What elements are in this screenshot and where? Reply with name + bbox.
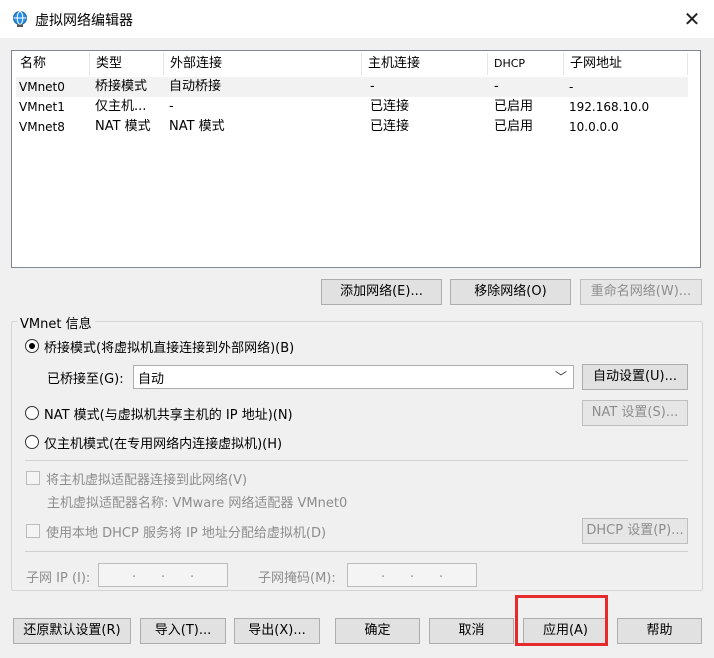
table-row[interactable]: VMnet0 桥接模式 自动桥接 - - - <box>16 77 688 97</box>
window-title: 虚拟网络编辑器 <box>35 13 133 29</box>
cell-dhcp: 已启用 <box>494 119 534 134</box>
bridged-label[interactable]: 桥接模式(将虚拟机直接连接到外部网络)(B) <box>44 337 294 356</box>
subnet-mask-label: 子网掩码(M): <box>258 571 336 586</box>
column-header-subnet[interactable]: 子网地址 <box>564 53 688 75</box>
subnet-ip-label: 子网 IP (I): <box>26 571 91 586</box>
ok-button[interactable]: 确定 <box>335 618 420 644</box>
cell-external: NAT 模式 <box>169 119 225 134</box>
cell-type: 仅主机... <box>95 99 147 114</box>
connect-adapter-label[interactable]: 将主机虚拟适配器连接到此网络(V) <box>46 469 247 488</box>
column-header-dhcp[interactable]: DHCP <box>488 53 564 75</box>
rename-network-button[interactable]: 重命名网络(W)... <box>580 279 702 305</box>
cell-dhcp: 已启用 <box>494 99 534 114</box>
divider <box>25 460 688 461</box>
cell-type: NAT 模式 <box>95 119 151 134</box>
cell-host: 已连接 <box>370 119 410 134</box>
chevron-down-icon: ﹀ <box>554 370 567 384</box>
nat-settings-button[interactable]: NAT 设置(S)... <box>582 400 688 426</box>
bridged-to-label: 已桥接至(G): <box>47 372 124 387</box>
globe-icon <box>11 10 29 28</box>
ip-separator: . <box>439 566 444 581</box>
column-header-host[interactable]: 主机连接 <box>362 53 488 75</box>
bridged-to-select[interactable]: 自动 ﹀ <box>133 365 574 389</box>
cell-subnet: 192.168.10.0 <box>569 100 650 114</box>
ip-separator: . <box>381 566 386 581</box>
table-row[interactable]: VMnet1 仅主机... - 已连接 已启用 192.168.10.0 <box>16 97 688 117</box>
dhcp-checkbox[interactable] <box>26 524 40 538</box>
host-only-radio[interactable] <box>25 435 39 449</box>
auto-settings-button[interactable]: 自动设置(U)... <box>582 364 688 390</box>
close-button[interactable]: ✕ <box>681 8 703 30</box>
cell-external: 自动桥接 <box>169 79 222 94</box>
network-list[interactable]: 名称 类型 外部连接 主机连接 DHCP 子网地址 VMnet0 桥接模式 自动… <box>11 50 701 268</box>
dhcp-settings-button[interactable]: DHCP 设置(P)... <box>582 518 688 544</box>
import-button[interactable]: 导入(T)... <box>140 618 226 644</box>
cell-name: VMnet0 <box>19 80 65 94</box>
ip-separator: . <box>132 566 137 581</box>
bridged-to-value: 自动 <box>138 372 165 387</box>
cancel-button[interactable]: 取消 <box>429 618 514 644</box>
cell-name: VMnet1 <box>19 100 65 114</box>
nat-radio[interactable] <box>25 406 39 420</box>
cell-subnet: 10.0.0.0 <box>569 120 619 134</box>
column-header-type[interactable]: 类型 <box>90 53 164 75</box>
subnet-mask-input[interactable]: . . . <box>347 563 477 587</box>
connect-adapter-checkbox[interactable] <box>26 471 40 485</box>
ip-separator: . <box>190 566 195 581</box>
divider <box>25 551 688 552</box>
highlight-box <box>515 595 608 646</box>
cell-name: VMnet8 <box>19 120 65 134</box>
bridged-radio[interactable] <box>25 339 39 353</box>
cell-subnet: - <box>569 80 574 94</box>
ip-separator: . <box>410 566 415 581</box>
column-header-name[interactable]: 名称 <box>14 53 90 75</box>
export-button[interactable]: 导出(X)... <box>234 618 320 644</box>
help-button[interactable]: 帮助 <box>617 618 702 644</box>
host-only-label[interactable]: 仅主机模式(在专用网络内连接虚拟机)(H) <box>44 433 282 452</box>
cell-external: - <box>169 99 174 114</box>
table-row[interactable]: VMnet8 NAT 模式 NAT 模式 已连接 已启用 10.0.0.0 <box>16 117 688 137</box>
nat-label[interactable]: NAT 模式(与虚拟机共享主机的 IP 地址)(N) <box>44 404 293 423</box>
restore-defaults-button[interactable]: 还原默认设置(R) <box>13 618 131 644</box>
cell-host: 已连接 <box>370 99 410 114</box>
remove-network-button[interactable]: 移除网络(O) <box>450 279 571 305</box>
add-network-button[interactable]: 添加网络(E)... <box>321 279 442 305</box>
column-header-external[interactable]: 外部连接 <box>164 53 362 75</box>
cell-dhcp: - <box>494 79 499 94</box>
ip-separator: . <box>161 566 166 581</box>
cell-host: - <box>370 79 375 94</box>
cell-type: 桥接模式 <box>95 79 148 94</box>
adapter-name-label: 主机虚拟适配器名称: VMware 网络适配器 VMnet0 <box>47 496 348 511</box>
subnet-ip-input[interactable]: . . . <box>98 563 228 587</box>
dhcp-label[interactable]: 使用本地 DHCP 服务将 IP 地址分配给虚拟机(D) <box>46 522 326 541</box>
group-label: VMnet 信息 <box>17 313 95 332</box>
